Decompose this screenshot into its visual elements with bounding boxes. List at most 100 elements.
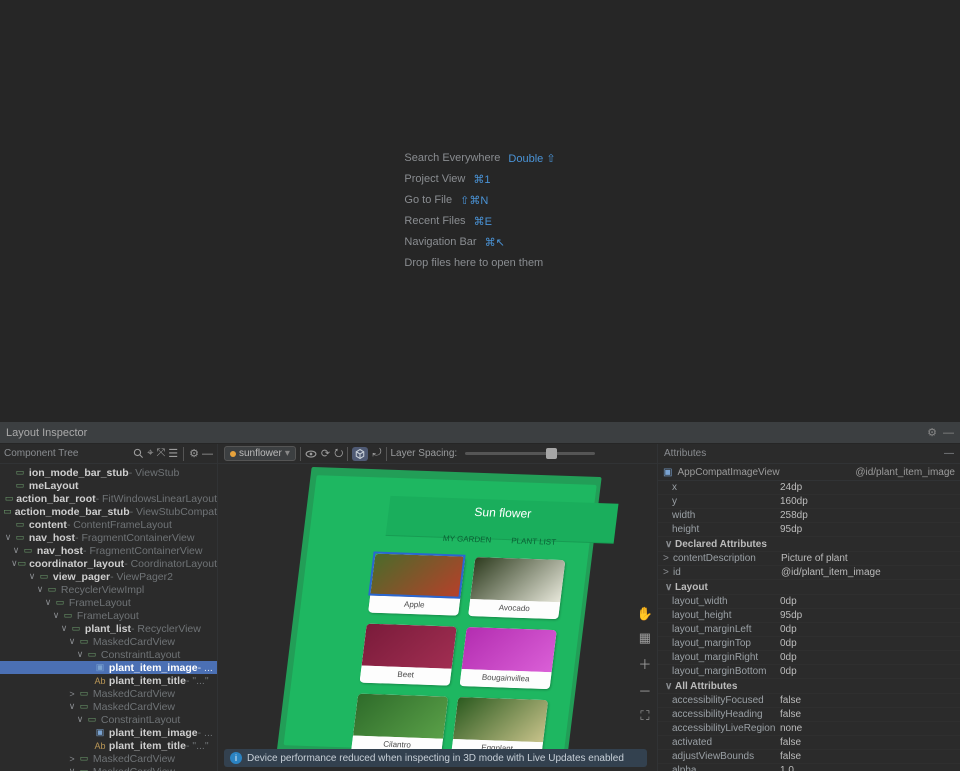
attribute-row[interactable]: alpha1.0 [658, 764, 960, 771]
attribute-group[interactable]: ∨Declared Attributes [658, 537, 960, 552]
tree-node-type: MaskedCardView [93, 688, 175, 700]
tree-row[interactable]: ▭ action_mode_bar_stub - ViewStubCompat [0, 505, 217, 518]
eye-icon[interactable] [305, 448, 317, 460]
tree-row[interactable]: ∨▭ nav_host - FragmentContainerView [0, 544, 217, 557]
slider-thumb[interactable] [546, 448, 557, 459]
tree-toggle[interactable]: ∨ [66, 701, 78, 712]
attribute-row[interactable]: x24dp [658, 481, 960, 495]
component-tree[interactable]: ▭ ion_mode_bar_stub - ViewStub▭ meLayout… [0, 464, 217, 771]
filter-hamburger-icon[interactable]: ☰ [168, 447, 178, 460]
tree-row[interactable]: ∨▭ FrameLayout [0, 596, 217, 609]
tree-row[interactable]: ∨▭ ConstraintLayout [0, 713, 217, 726]
attribute-row[interactable]: layout_width0dp [658, 595, 960, 609]
tree-toggle[interactable]: ∨ [26, 571, 38, 582]
gear-icon[interactable]: ⚙ [189, 447, 199, 460]
attribute-row[interactable]: y160dp [658, 495, 960, 509]
tree-node-name: action_mode_bar_stub [15, 506, 130, 518]
tree-row[interactable]: ▭ ion_mode_bar_stub - ViewStub [0, 466, 217, 479]
minimize-icon[interactable]: — [943, 427, 954, 439]
filter-icon[interactable]: ⌖ [147, 447, 153, 460]
tree-toggle[interactable]: > [66, 689, 78, 699]
live-updates-icon[interactable]: ⟳ [321, 447, 330, 460]
attribute-row[interactable]: layout_marginTop0dp [658, 637, 960, 651]
gear-icon[interactable]: ⚙ [927, 426, 937, 439]
minimize-icon[interactable]: — [202, 448, 213, 460]
attribute-row[interactable]: activatedfalse [658, 736, 960, 750]
refresh-icon[interactable]: ⭮ [334, 444, 343, 463]
tree-node-type: ConstraintLayout [101, 714, 180, 726]
hint-shortcut: ⌘1 [473, 173, 490, 186]
attribute-row[interactable]: layout_marginBottom0dp [658, 665, 960, 679]
process-selector[interactable]: sunflower ▾ [224, 446, 296, 461]
tree-row[interactable]: ∨▭ ConstraintLayout [0, 648, 217, 661]
component-tree-pane: Component Tree ⌖ ⤧ ☰ ⚙ — ▭ ion_mode_bar_… [0, 444, 218, 771]
tree-row[interactable]: ∨▭ plant_list - RecyclerView [0, 622, 217, 635]
mode-3d-button[interactable] [352, 447, 368, 461]
tree-row[interactable]: ∨▭ view_pager - ViewPager2 [0, 570, 217, 583]
tree-toggle[interactable]: ∨ [50, 610, 62, 621]
zoom-to-fit-icon[interactable]: ⛶ [637, 708, 653, 724]
attribute-value: 95dp [780, 524, 802, 535]
minimize-icon[interactable]: — [944, 448, 954, 459]
attribute-row[interactable]: > contentDescriptionPicture of plant [658, 552, 960, 566]
collapse-icon[interactable]: ⤧ [156, 447, 165, 460]
tree-row[interactable]: ▣ plant_item_image - ... [0, 726, 217, 739]
attribute-row[interactable]: layout_marginLeft0dp [658, 623, 960, 637]
attribute-row[interactable]: width258dp [658, 509, 960, 523]
preview-card-image [462, 627, 557, 672]
tree-row[interactable]: >▭ MaskedCardView [0, 752, 217, 765]
tree-toggle[interactable]: ∨ [66, 766, 78, 771]
attribute-row[interactable]: accessibilityLiveRegionnone [658, 722, 960, 736]
preview-card-image [362, 624, 457, 669]
tree-toggle[interactable]: > [66, 754, 78, 764]
empty-hints: Search EverywhereDouble ⇧Project View⌘1G… [404, 152, 555, 269]
tree-row[interactable]: ∨▭ RecyclerViewImpl [0, 583, 217, 596]
tree-toggle[interactable]: ∨ [66, 636, 78, 647]
tree-row[interactable]: >▭ MaskedCardView [0, 687, 217, 700]
attribute-row[interactable]: > id@id/plant_item_image [658, 566, 960, 580]
attribute-row[interactable]: adjustViewBoundsfalse [658, 750, 960, 764]
tree-row[interactable]: ▭ meLayout [0, 479, 217, 492]
zoom-out-icon[interactable]: － [637, 681, 653, 700]
tree-row[interactable]: ▭ content - ContentFrameLayout [0, 518, 217, 531]
tree-node-name: plant_list [85, 623, 131, 635]
attribute-group[interactable]: ∨All Attributes [658, 679, 960, 694]
hint-label: Navigation Bar [404, 236, 476, 249]
preview-card-title: Apple [368, 596, 460, 616]
attribute-name: y [672, 496, 780, 507]
tree-row[interactable]: ▣ plant_item_image - ... [0, 661, 217, 674]
layers-icon[interactable]: ▦ [637, 630, 653, 646]
search-icon[interactable] [133, 448, 144, 459]
attribute-row[interactable]: accessibilityHeadingfalse [658, 708, 960, 722]
attribute-row[interactable]: layout_marginRight0dp [658, 651, 960, 665]
tree-toggle[interactable]: ∨ [2, 532, 14, 543]
attributes-list[interactable]: x24dpy160dpwidth258dpheight95dp∨Declared… [658, 481, 960, 771]
attribute-group[interactable]: ∨Layout [658, 580, 960, 595]
render-stage[interactable]: Sun flower MY GARDEN PLANT LIST AppleAvo… [218, 464, 657, 771]
tree-row[interactable]: ∨▭ FrameLayout [0, 609, 217, 622]
tree-row[interactable]: ∨▭ nav_host - FragmentContainerView [0, 531, 217, 544]
tree-row[interactable]: ∨▭ MaskedCardView [0, 700, 217, 713]
tree-row[interactable]: ▭ action_bar_root - FitWindowsLinearLayo… [0, 492, 217, 505]
tree-row[interactable]: Ab plant_item_title - "..." [0, 739, 217, 752]
attribute-name: accessibilityLiveRegion [672, 723, 780, 734]
rotate-icon[interactable]: ⤾ [372, 447, 381, 460]
zoom-in-icon[interactable]: ＋ [637, 654, 653, 673]
tree-row[interactable]: ∨▭ MaskedCardView [0, 765, 217, 771]
attribute-row[interactable]: layout_height95dp [658, 609, 960, 623]
tree-toggle[interactable]: ∨ [34, 584, 46, 595]
tree-toggle[interactable]: ∨ [10, 545, 22, 556]
text-icon: Ab [94, 676, 106, 686]
tree-toggle[interactable]: ∨ [74, 714, 86, 725]
attribute-row[interactable]: accessibilityFocusedfalse [658, 694, 960, 708]
tree-toggle[interactable]: ∨ [11, 558, 18, 569]
tree-row[interactable]: Ab plant_item_title - "..." [0, 674, 217, 687]
tree-row[interactable]: ∨▭ MaskedCardView [0, 635, 217, 648]
layer-spacing-slider[interactable] [465, 452, 595, 455]
tree-toggle[interactable]: ∨ [58, 623, 70, 634]
attribute-row[interactable]: height95dp [658, 523, 960, 537]
tree-toggle[interactable]: ∨ [74, 649, 86, 660]
hand-pan-icon[interactable]: ✋ [637, 606, 653, 622]
tree-toggle[interactable]: ∨ [42, 597, 54, 608]
tree-row[interactable]: ∨▭ coordinator_layout - CoordinatorLayou… [0, 557, 217, 570]
